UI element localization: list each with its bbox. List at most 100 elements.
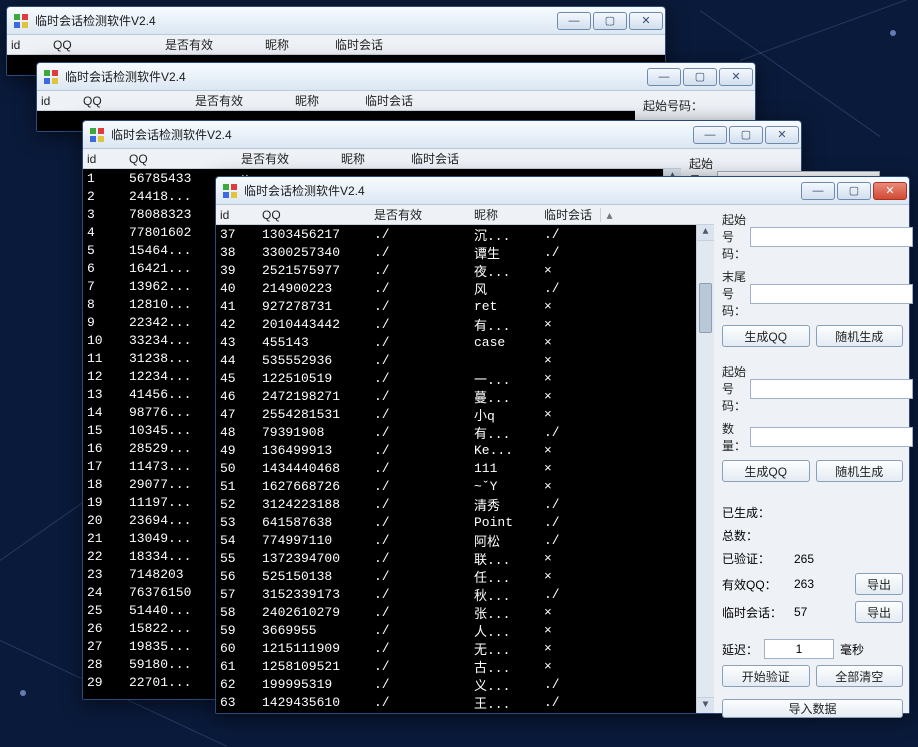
table-row[interactable]: 62199995319./义..../	[216, 675, 696, 693]
col-nick[interactable]: 昵称	[291, 92, 361, 109]
col-sess[interactable]: 临时会话	[361, 92, 421, 109]
scrollbar[interactable]: ▲ ▼	[696, 225, 714, 713]
scroll-thumb[interactable]	[699, 283, 712, 333]
table-row[interactable]: 40214900223./风./	[216, 279, 696, 297]
col-sess[interactable]: 临时会话	[407, 150, 467, 167]
col-nick[interactable]: 昵称	[261, 36, 331, 53]
bg-dot	[20, 690, 26, 696]
titlebar[interactable]: 临时会话检测软件V2.4 — ▢ ✕	[37, 63, 755, 91]
export-valid-button[interactable]: 导出	[855, 573, 903, 595]
start-no-input-2[interactable]	[750, 379, 913, 399]
table-row[interactable]: 43455143./case×	[216, 333, 696, 351]
table-row[interactable]: 422010443442./有...×	[216, 315, 696, 333]
label-start-no: 起始号码：	[722, 211, 746, 262]
label-verified: 已验证：	[722, 550, 788, 567]
random-generate-button-2[interactable]: 随机生成	[816, 460, 904, 482]
minimize-button[interactable]: —	[801, 182, 835, 200]
col-id[interactable]: id	[37, 94, 79, 108]
table-row[interactable]: 44535552936./×	[216, 351, 696, 369]
window-title: 临时会话检测软件V2.4	[111, 126, 693, 143]
scroll-up-icon[interactable]: ▲	[697, 225, 714, 241]
table-row[interactable]: 611258109521./古...×	[216, 657, 696, 675]
table-row[interactable]: 472554281531./小q×	[216, 405, 696, 423]
titlebar[interactable]: 临时会话检测软件V2.4 — ▢ ✕	[7, 7, 665, 35]
label-start-no-2: 起始号码：	[722, 363, 746, 414]
col-qq[interactable]: QQ	[258, 208, 370, 222]
data-grid[interactable]: 371303456217./沉..../383300257340./谭生./39…	[216, 225, 714, 713]
qty-input[interactable]	[750, 427, 913, 447]
table-row[interactable]: 582402610279./张...×	[216, 603, 696, 621]
export-sess-button[interactable]: 导出	[855, 601, 903, 623]
col-sess[interactable]: 临时会话	[540, 206, 600, 223]
table-row[interactable]: 49136499913./Ke...×	[216, 441, 696, 459]
maximize-button[interactable]: ▢	[837, 182, 871, 200]
label-generated: 已生成：	[722, 504, 788, 521]
col-valid[interactable]: 是否有效	[237, 150, 337, 167]
table-row[interactable]: 573152339173./秋..../	[216, 585, 696, 603]
table-row[interactable]: 45122510519./一...×	[216, 369, 696, 387]
col-id[interactable]: id	[7, 38, 49, 52]
end-no-input[interactable]	[750, 284, 913, 304]
generate-qq-button-2[interactable]: 生成QQ	[722, 460, 810, 482]
col-qq[interactable]: QQ	[49, 38, 161, 52]
table-row[interactable]: 56525150138./任...×	[216, 567, 696, 585]
import-data-button[interactable]: 导入数据	[722, 699, 903, 718]
col-valid[interactable]: 是否有效	[370, 206, 470, 223]
table-row[interactable]: 501434440468./111×	[216, 459, 696, 477]
col-id[interactable]: id	[216, 208, 258, 222]
delay-input[interactable]	[764, 639, 834, 659]
clear-all-button[interactable]: 全部清空	[816, 665, 904, 687]
app-icon	[89, 127, 105, 143]
table-row[interactable]: 601215111909./无...×	[216, 639, 696, 657]
maximize-button[interactable]: ▢	[729, 126, 763, 144]
label-ms: 毫秒	[840, 641, 864, 658]
value-temp-sess: 57	[794, 605, 849, 619]
table-row[interactable]: 511627668726./~ˇY×	[216, 477, 696, 495]
table-row[interactable]: 551372394700./联...×	[216, 549, 696, 567]
minimize-button[interactable]: —	[693, 126, 727, 144]
table-row[interactable]: 53641587638./Point./	[216, 513, 696, 531]
close-button[interactable]: ✕	[629, 12, 663, 30]
col-valid[interactable]: 是否有效	[161, 36, 261, 53]
table-row[interactable]: 462472198271./蔓...×	[216, 387, 696, 405]
col-valid[interactable]: 是否有效	[191, 92, 291, 109]
start-no-input[interactable]	[750, 227, 913, 247]
titlebar[interactable]: 临时会话检测软件V2.4 — ▢ ✕	[216, 177, 909, 205]
table-row[interactable]: 392521575977./夜...×	[216, 261, 696, 279]
titlebar[interactable]: 临时会话检测软件V2.4 — ▢ ✕	[83, 121, 801, 149]
label-total: 总数：	[722, 527, 788, 544]
col-sess[interactable]: 临时会话	[331, 36, 391, 53]
table-row[interactable]: 4879391908./有..../	[216, 423, 696, 441]
column-header-row: id QQ 是否有效 昵称 临时会话 ▴	[216, 205, 714, 225]
start-verify-button[interactable]: 开始验证	[722, 665, 810, 687]
value-valid-qq: 263	[794, 577, 849, 591]
col-qq[interactable]: QQ	[125, 152, 237, 166]
maximize-button[interactable]: ▢	[683, 68, 717, 86]
table-row[interactable]: 371303456217./沉..../	[216, 225, 696, 243]
minimize-button[interactable]: —	[647, 68, 681, 86]
table-row[interactable]: 523124223188./清秀./	[216, 495, 696, 513]
window-title: 临时会话检测软件V2.4	[35, 12, 557, 29]
table-row[interactable]: 383300257340./谭生./	[216, 243, 696, 261]
table-row[interactable]: 54774997110./阿松./	[216, 531, 696, 549]
close-button[interactable]: ✕	[719, 68, 753, 86]
col-qq[interactable]: QQ	[79, 94, 191, 108]
window-title: 临时会话检测软件V2.4	[244, 182, 801, 199]
minimize-button[interactable]: —	[557, 12, 591, 30]
col-nick[interactable]: 昵称	[337, 150, 407, 167]
random-generate-button[interactable]: 随机生成	[816, 325, 904, 347]
col-nick[interactable]: 昵称	[470, 206, 540, 223]
table-row[interactable]: 64596122314./沉..../	[216, 711, 696, 713]
scroll-down-icon[interactable]: ▼	[697, 697, 714, 713]
generate-qq-button[interactable]: 生成QQ	[722, 325, 810, 347]
col-id[interactable]: id	[83, 152, 125, 166]
close-button[interactable]: ✕	[765, 126, 799, 144]
table-row[interactable]: 631429435610./王..../	[216, 693, 696, 711]
table-row[interactable]: 41927278731./ret×	[216, 297, 696, 315]
close-button[interactable]: ✕	[873, 182, 907, 200]
maximize-button[interactable]: ▢	[593, 12, 627, 30]
label-start-no: 起始号码：	[643, 97, 705, 114]
app-icon	[13, 13, 29, 29]
table-row[interactable]: 593669955./人...×	[216, 621, 696, 639]
app-icon	[222, 183, 238, 199]
